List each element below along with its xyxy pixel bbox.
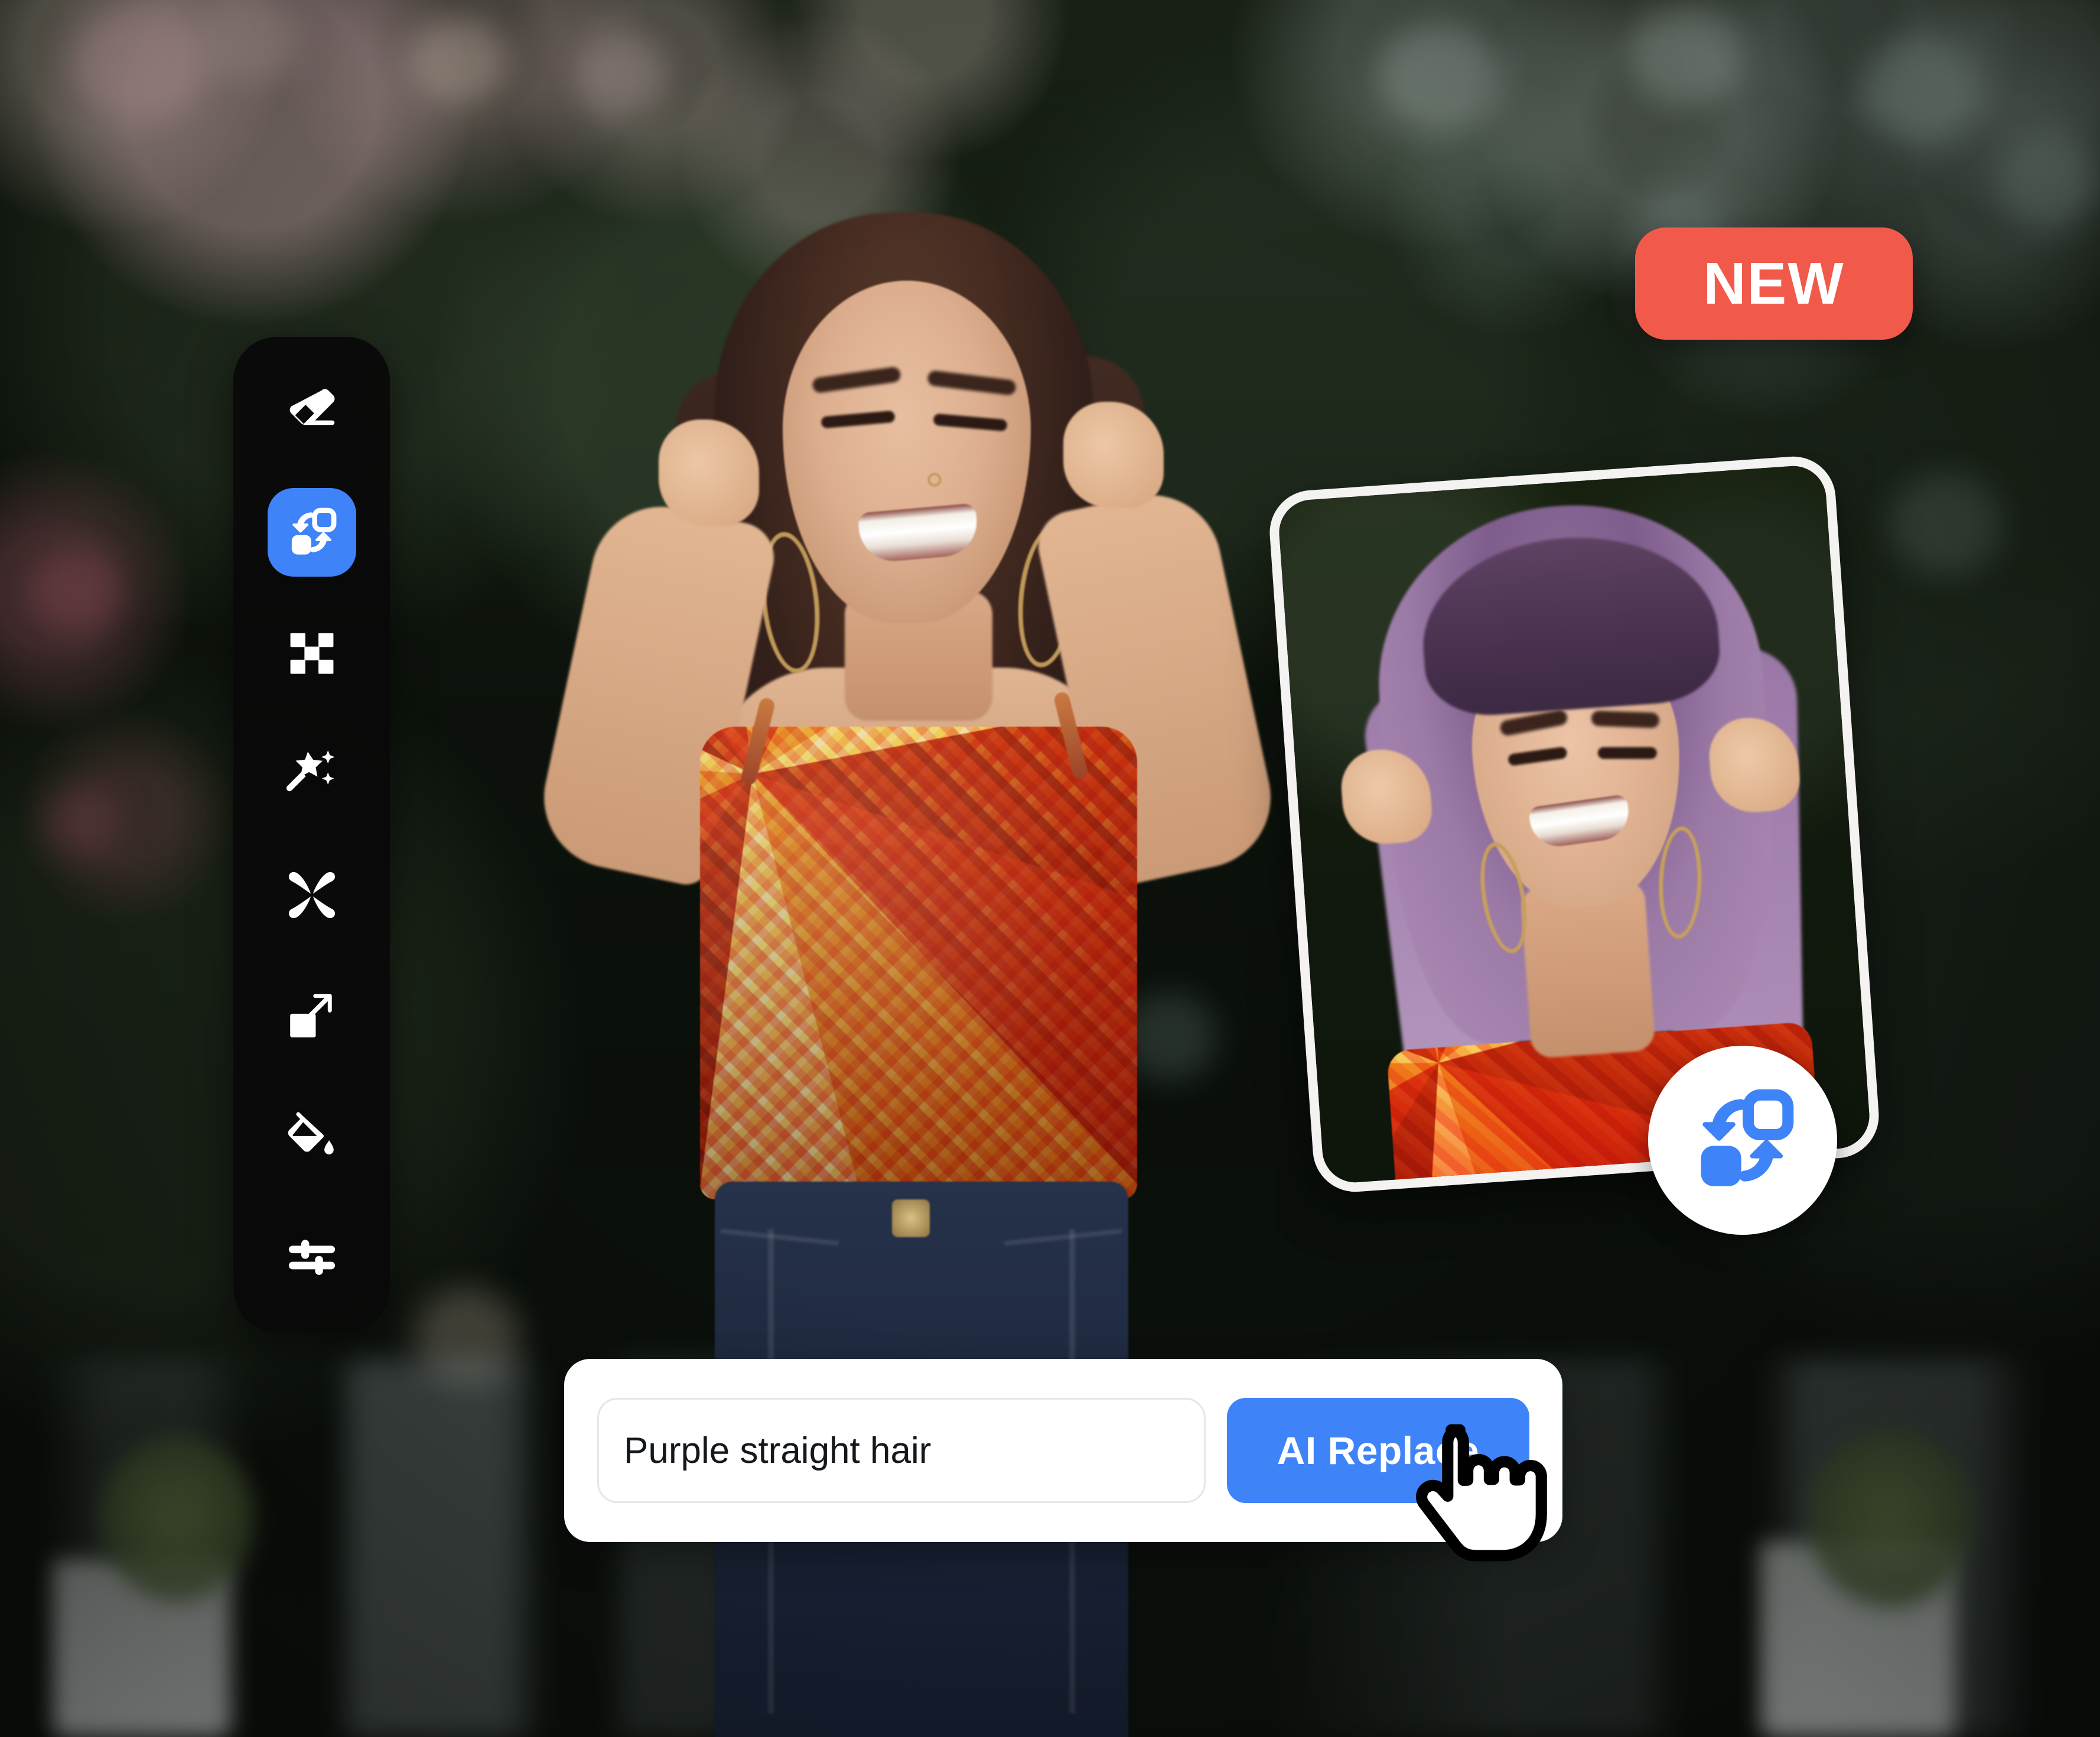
preview-eye-right: [1597, 747, 1657, 759]
preview-brow-right: [1591, 710, 1660, 728]
paint-bucket-icon: [288, 1111, 334, 1154]
subject-patterned-top: [700, 727, 1137, 1199]
ai-replace-icon: [1701, 1089, 1794, 1186]
tool-remove-background[interactable]: [268, 609, 356, 698]
checkerboard-icon: [290, 633, 333, 674]
pointing-hand-cursor: [1416, 1424, 1547, 1562]
tool-magic-enhance[interactable]: [268, 730, 356, 818]
tool-ai-replace[interactable]: [267, 488, 356, 577]
ai-replace-circle-badge[interactable]: [1648, 1046, 1837, 1235]
new-badge: NEW: [1635, 227, 1913, 340]
prompt-input[interactable]: Purple straight hair: [597, 1398, 1206, 1503]
subject-hand-right: [1063, 402, 1164, 508]
eraser-icon: [289, 389, 334, 425]
ai-replace-icon: [291, 508, 336, 555]
tool-fill-color[interactable]: [268, 1092, 356, 1181]
new-badge-label: NEW: [1703, 250, 1845, 317]
tool-expand[interactable]: [268, 971, 356, 1060]
subject-hand-left: [659, 419, 759, 526]
jeans-button: [892, 1199, 930, 1237]
magic-wand-icon: [286, 750, 334, 792]
prompt-input-value: Purple straight hair: [624, 1430, 932, 1471]
foliage-blur: [1808, 1430, 1973, 1607]
tool-adjustments[interactable]: [268, 1213, 356, 1302]
subject-face: [783, 281, 1031, 623]
foliage-blur: [100, 1436, 254, 1601]
app-stage: NEW Purple straight hair AI Replace: [0, 0, 2100, 1737]
expand-arrow-icon: [289, 994, 334, 1037]
flower-icon: [288, 871, 335, 918]
sliders-icon: [288, 1240, 335, 1275]
tool-eraser[interactable]: [268, 367, 356, 456]
tool-retouch[interactable]: [268, 851, 356, 939]
garment-shading: [700, 727, 1137, 1199]
subject-nose-ring: [927, 473, 942, 487]
editing-toolbar: [233, 337, 390, 1332]
